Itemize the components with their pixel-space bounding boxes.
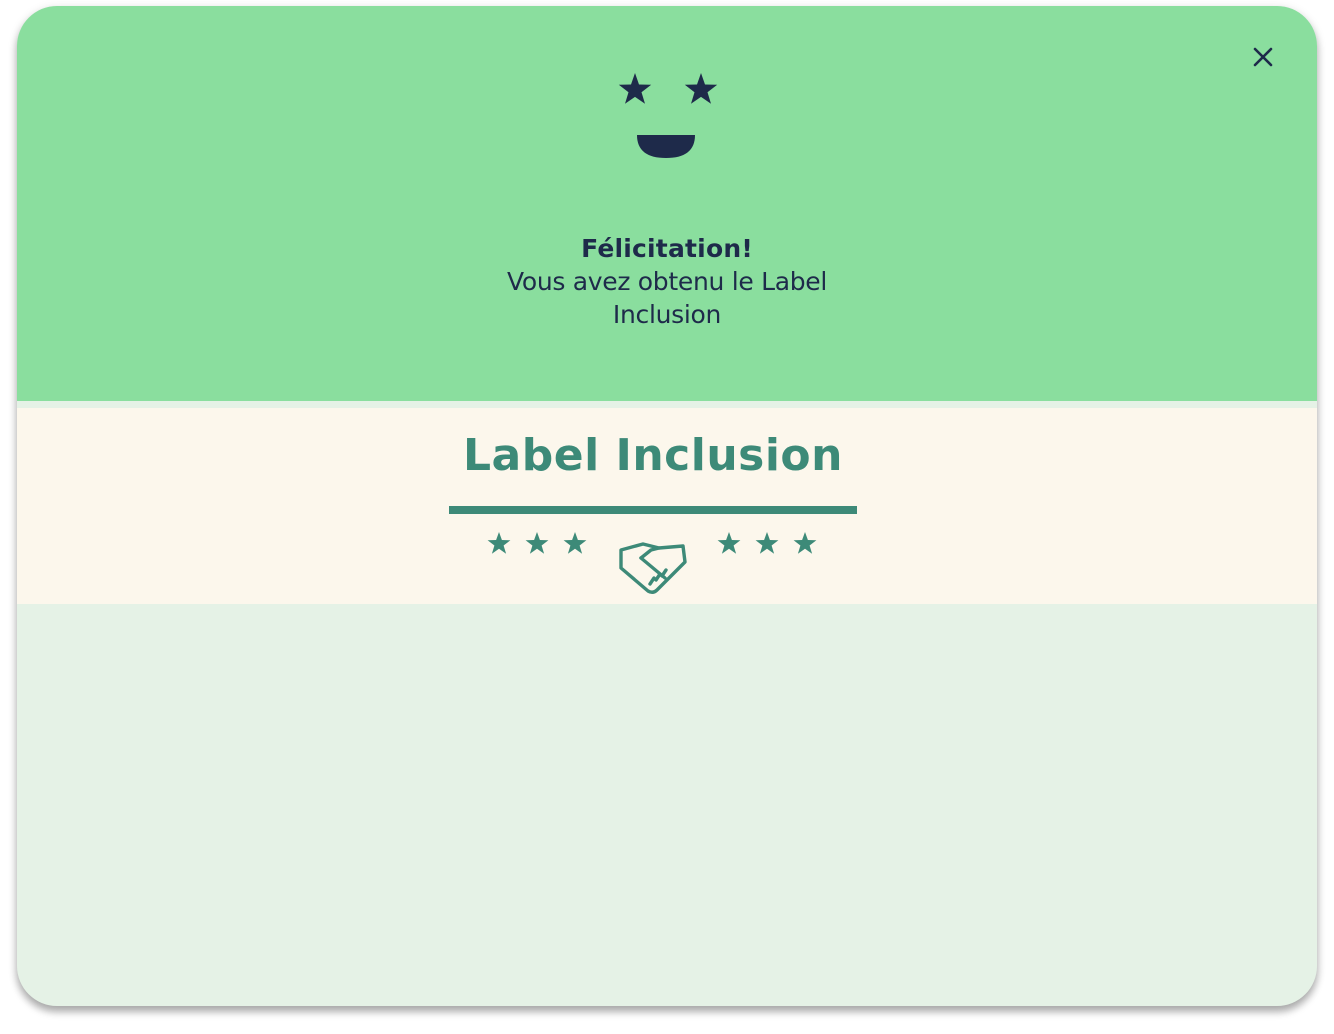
smile-mouth	[637, 135, 695, 158]
badge-star	[525, 532, 549, 554]
badge-underline	[449, 506, 857, 514]
smiley-star-eyes-icon	[618, 73, 718, 158]
label-badge: Label Inclusion	[17, 408, 1317, 604]
right-eye-star	[684, 73, 718, 104]
hero-text-block: Félicitation! Vous avez obtenu le Label …	[17, 232, 1317, 331]
badge-star	[793, 532, 817, 554]
badge-star	[487, 532, 511, 554]
hero-message: Vous avez obtenu le Label Inclusion	[506, 267, 828, 329]
badge-title: Label Inclusion	[463, 430, 843, 481]
handshake-icon	[619, 542, 687, 594]
modal-hero: Félicitation! Vous avez obtenu le Label …	[17, 6, 1317, 401]
badge-star	[755, 532, 779, 554]
close-button[interactable]	[1249, 43, 1277, 71]
badge-star	[717, 532, 741, 554]
badge-star	[563, 532, 587, 554]
badge-decoration	[449, 506, 857, 594]
congratulations-modal: Félicitation! Vous avez obtenu le Label …	[17, 6, 1317, 1006]
left-eye-star	[618, 73, 652, 104]
hero-title: Félicitation!	[581, 234, 753, 263]
close-icon	[1253, 47, 1273, 67]
